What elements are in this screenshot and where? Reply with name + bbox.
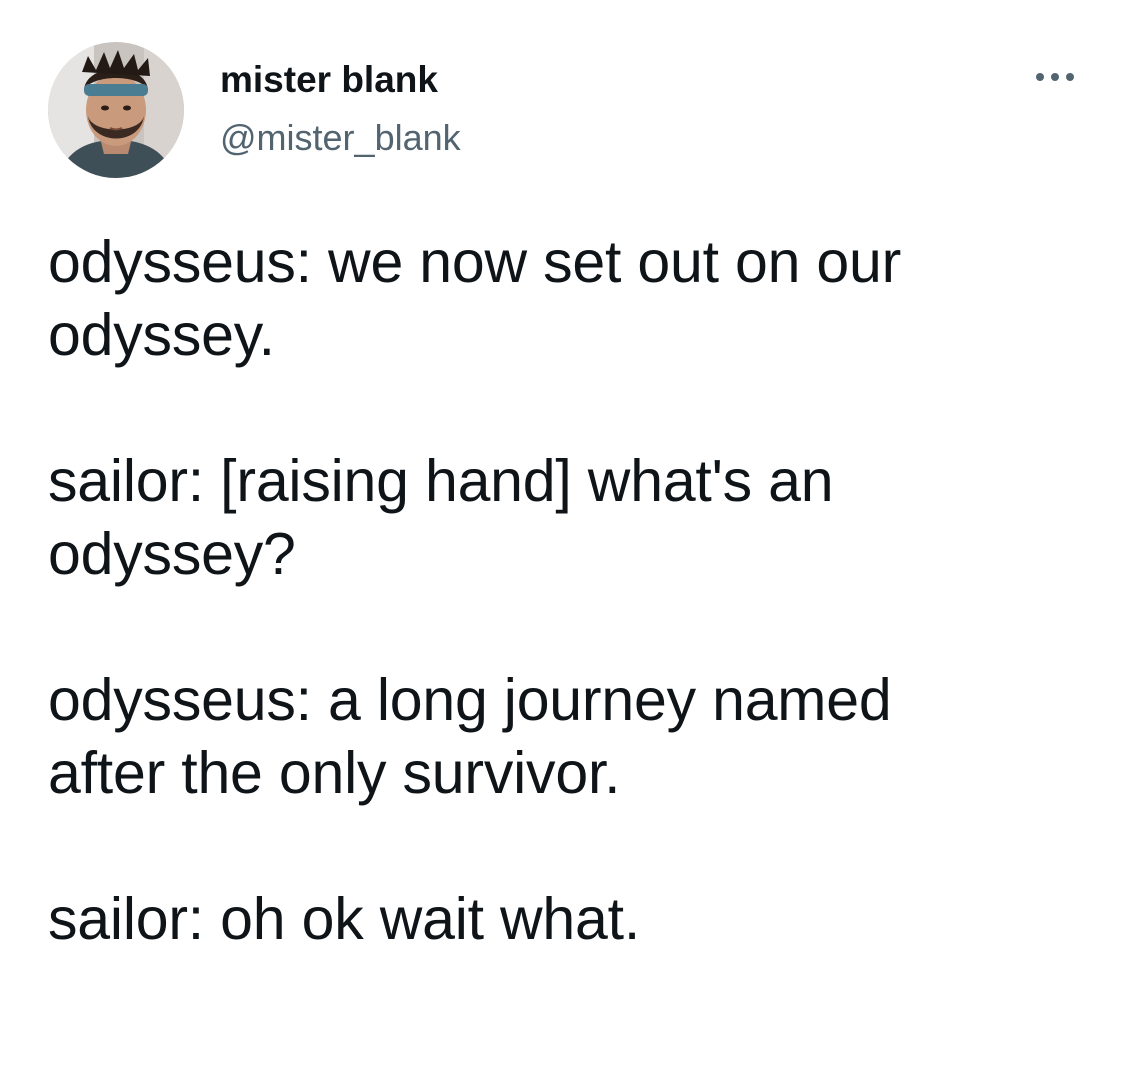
tweet-paragraph: odysseus: a long journey named after the… bbox=[48, 667, 892, 806]
avatar-photo-icon bbox=[48, 42, 184, 178]
more-horizontal-icon bbox=[1036, 73, 1074, 81]
tweet-header: mister blank @mister_blank bbox=[48, 42, 1078, 180]
tweet-paragraph: sailor: oh ok wait what. bbox=[48, 886, 641, 952]
more-options-button[interactable] bbox=[1032, 62, 1078, 92]
avatar[interactable] bbox=[48, 42, 184, 178]
tweet-paragraph: odysseus: we now set out on our odyssey. bbox=[48, 229, 902, 368]
tweet-card: mister blank @mister_blank odysseus: we … bbox=[0, 0, 1125, 1075]
display-name[interactable]: mister blank bbox=[220, 58, 438, 102]
tweet-text: odysseus: we now set out on our odyssey.… bbox=[48, 226, 1058, 956]
user-handle[interactable]: @mister_blank bbox=[220, 116, 461, 160]
tweet-paragraph: sailor: [raising hand] what's an odyssey… bbox=[48, 448, 834, 587]
